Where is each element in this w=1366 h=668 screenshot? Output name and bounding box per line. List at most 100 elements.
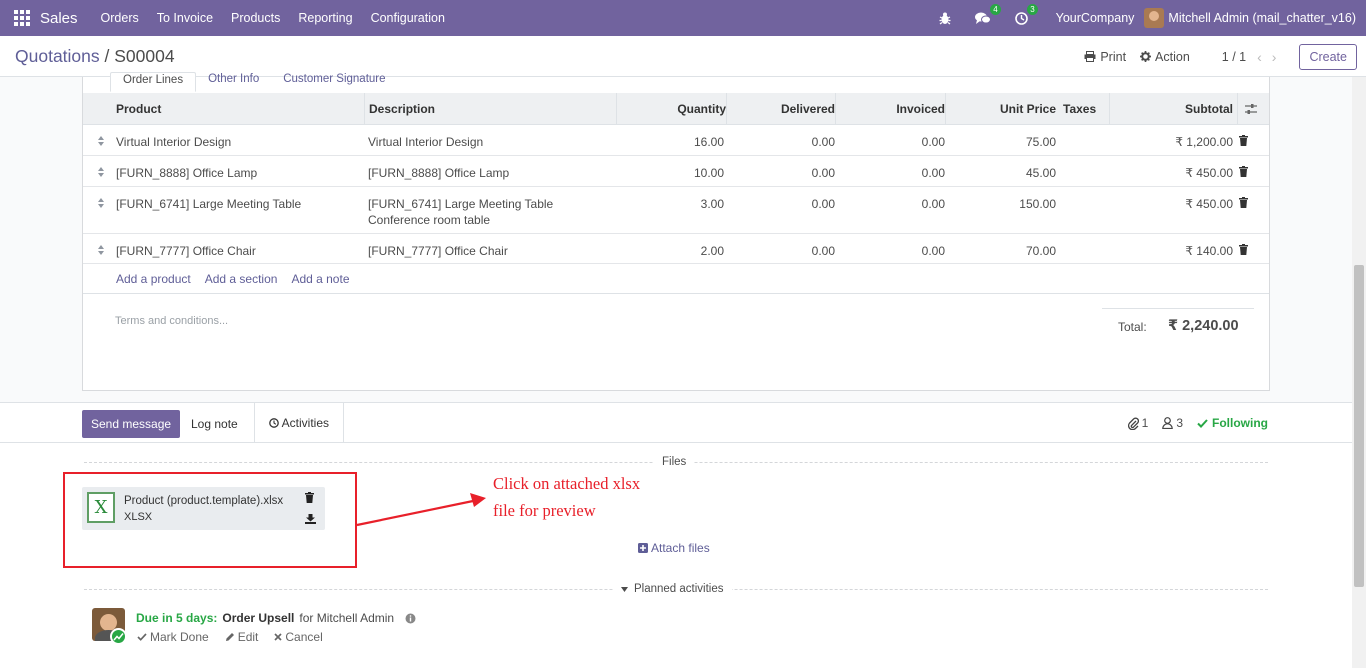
delete-line-icon[interactable] bbox=[1239, 166, 1248, 177]
drag-handle-icon[interactable] bbox=[98, 167, 105, 177]
breadcrumb-separator: / bbox=[99, 45, 115, 66]
optional-columns-icon[interactable] bbox=[1237, 93, 1269, 125]
tab-other-info[interactable]: Other Info bbox=[196, 72, 271, 92]
row-product[interactable]: [FURN_8888] Office Lamp bbox=[116, 164, 257, 182]
row-quantity[interactable]: 10.00 bbox=[616, 164, 724, 182]
add-section-link[interactable]: Add a section bbox=[205, 272, 278, 286]
header-product[interactable]: Product bbox=[116, 93, 161, 125]
terms-conditions-field[interactable]: Terms and conditions... bbox=[115, 315, 228, 327]
header-unit-price[interactable]: Unit Price bbox=[945, 93, 1056, 125]
add-note-link[interactable]: Add a note bbox=[291, 272, 349, 286]
table-row[interactable]: [FURN_6741] Large Meeting Table [FURN_67… bbox=[83, 187, 1269, 234]
row-product[interactable]: [FURN_7777] Office Chair bbox=[116, 242, 256, 260]
activity-type-badge bbox=[110, 628, 127, 645]
row-delivered[interactable]: 0.00 bbox=[726, 133, 835, 151]
tab-order-lines[interactable]: Order Lines bbox=[110, 72, 197, 92]
pager-next-icon[interactable]: › bbox=[1272, 49, 1277, 65]
header-quantity[interactable]: Quantity bbox=[616, 93, 726, 125]
following-button[interactable]: Following bbox=[1197, 416, 1268, 430]
pager-previous-icon[interactable]: ‹ bbox=[1257, 49, 1262, 65]
order-lines-header: Product Description Quantity Delivered I… bbox=[83, 93, 1269, 125]
header-subtotal[interactable]: Subtotal bbox=[1109, 93, 1233, 125]
info-circle-icon[interactable] bbox=[405, 613, 416, 624]
create-button[interactable]: Create bbox=[1299, 43, 1357, 70]
breadcrumb-current: S00004 bbox=[114, 45, 175, 66]
send-message-button[interactable]: Send message bbox=[82, 410, 181, 438]
drag-handle-icon[interactable] bbox=[98, 198, 105, 208]
apps-menu-icon[interactable] bbox=[14, 10, 30, 26]
check-icon bbox=[137, 633, 147, 641]
log-note-button[interactable]: Log note bbox=[182, 410, 247, 438]
row-quantity[interactable]: 16.00 bbox=[616, 133, 724, 151]
row-unit-price[interactable]: 45.00 bbox=[945, 164, 1056, 182]
row-quantity[interactable]: 3.00 bbox=[616, 195, 724, 213]
menu-to-invoice[interactable]: To Invoice bbox=[148, 11, 222, 25]
row-delivered[interactable]: 0.00 bbox=[726, 242, 835, 260]
table-row[interactable]: [FURN_7777] Office Chair [FURN_7777] Off… bbox=[83, 234, 1269, 264]
row-invoiced[interactable]: 0.00 bbox=[835, 242, 945, 260]
row-description[interactable]: [FURN_7777] Office Chair bbox=[368, 242, 508, 260]
menu-orders[interactable]: Orders bbox=[92, 11, 148, 25]
menu-configuration[interactable]: Configuration bbox=[362, 11, 454, 25]
user-icon bbox=[1162, 417, 1174, 429]
row-invoiced[interactable]: 0.00 bbox=[835, 195, 945, 213]
row-description[interactable]: Virtual Interior Design bbox=[368, 133, 483, 151]
row-subtotal: ₹ 450.00 bbox=[1185, 166, 1233, 180]
row-unit-price[interactable]: 70.00 bbox=[945, 242, 1056, 260]
row-invoiced[interactable]: 0.00 bbox=[835, 164, 945, 182]
add-product-link[interactable]: Add a product bbox=[116, 272, 191, 286]
menu-reporting[interactable]: Reporting bbox=[289, 11, 361, 25]
delete-line-icon[interactable] bbox=[1239, 244, 1248, 255]
row-description[interactable]: [FURN_8888] Office Lamp bbox=[368, 164, 509, 182]
edit-activity-button[interactable]: Edit bbox=[225, 630, 258, 644]
planned-activities-toggle[interactable]: Planned activities bbox=[613, 583, 732, 595]
activities-button[interactable]: Activities bbox=[254, 403, 345, 443]
user-menu[interactable]: Mitchell Admin (mail_chatter_v16) bbox=[1168, 11, 1356, 25]
table-row[interactable]: Virtual Interior Design Virtual Interior… bbox=[83, 125, 1269, 156]
debug-bug-icon[interactable] bbox=[939, 12, 951, 25]
messages-icon[interactable]: 4 bbox=[974, 3, 1001, 25]
header-description[interactable]: Description bbox=[364, 93, 618, 125]
row-delivered[interactable]: 0.00 bbox=[726, 195, 835, 213]
breadcrumb-quotations[interactable]: Quotations bbox=[15, 46, 100, 66]
header-delivered[interactable]: Delivered bbox=[726, 93, 835, 125]
row-quantity[interactable]: 2.00 bbox=[616, 242, 724, 260]
page-scrollbar[interactable] bbox=[1352, 77, 1366, 668]
messages-count-badge: 4 bbox=[990, 3, 1001, 15]
print-button[interactable]: Print bbox=[1084, 50, 1126, 64]
pager-value[interactable]: 1 / 1 bbox=[1222, 50, 1246, 64]
menu-products[interactable]: Products bbox=[222, 11, 289, 25]
attach-files-button[interactable]: Attach files bbox=[638, 541, 710, 555]
scrollbar-thumb[interactable] bbox=[1354, 265, 1364, 587]
row-delivered[interactable]: 0.00 bbox=[726, 164, 835, 182]
row-description-line2[interactable]: Conference room table bbox=[368, 211, 490, 229]
total-label: Total: bbox=[1118, 320, 1147, 334]
header-taxes[interactable]: Taxes bbox=[1063, 93, 1096, 125]
row-invoiced[interactable]: 0.00 bbox=[835, 133, 945, 151]
notebook-tabs: Order Lines Other Info Customer Signatur… bbox=[110, 72, 398, 92]
totals-box: Total: ₹ 2,240.00 bbox=[1102, 308, 1254, 334]
drag-handle-icon[interactable] bbox=[98, 245, 105, 255]
tab-customer-signature[interactable]: Customer Signature bbox=[271, 72, 397, 92]
cancel-activity-button[interactable]: Cancel bbox=[274, 630, 323, 644]
delete-line-icon[interactable] bbox=[1239, 197, 1248, 208]
user-avatar[interactable] bbox=[1144, 8, 1165, 28]
attachments-counter[interactable]: 1 bbox=[1127, 416, 1148, 430]
app-brand[interactable]: Sales bbox=[40, 10, 78, 27]
row-product[interactable]: Virtual Interior Design bbox=[116, 133, 231, 151]
mark-done-button[interactable]: Mark Done bbox=[137, 630, 209, 644]
delete-line-icon[interactable] bbox=[1239, 135, 1248, 146]
chatter-topbar: Send message Log note Activities 1 3 Fol… bbox=[0, 402, 1352, 443]
row-unit-price[interactable]: 150.00 bbox=[945, 195, 1056, 213]
header-invoiced[interactable]: Invoiced bbox=[835, 93, 945, 125]
row-unit-price[interactable]: 75.00 bbox=[945, 133, 1056, 151]
drag-handle-icon[interactable] bbox=[98, 136, 105, 146]
followers-counter[interactable]: 3 bbox=[1162, 416, 1183, 430]
top-navbar: Sales Orders To Invoice Products Reporti… bbox=[0, 0, 1366, 36]
action-button[interactable]: Action bbox=[1140, 50, 1190, 64]
row-product[interactable]: [FURN_6741] Large Meeting Table bbox=[116, 195, 301, 213]
annotation-highlight-box bbox=[63, 472, 357, 568]
company-switcher[interactable]: YourCompany bbox=[1056, 11, 1135, 25]
table-row[interactable]: [FURN_8888] Office Lamp [FURN_8888] Offi… bbox=[83, 156, 1269, 187]
activities-clock-icon[interactable]: 3 bbox=[1014, 3, 1038, 25]
